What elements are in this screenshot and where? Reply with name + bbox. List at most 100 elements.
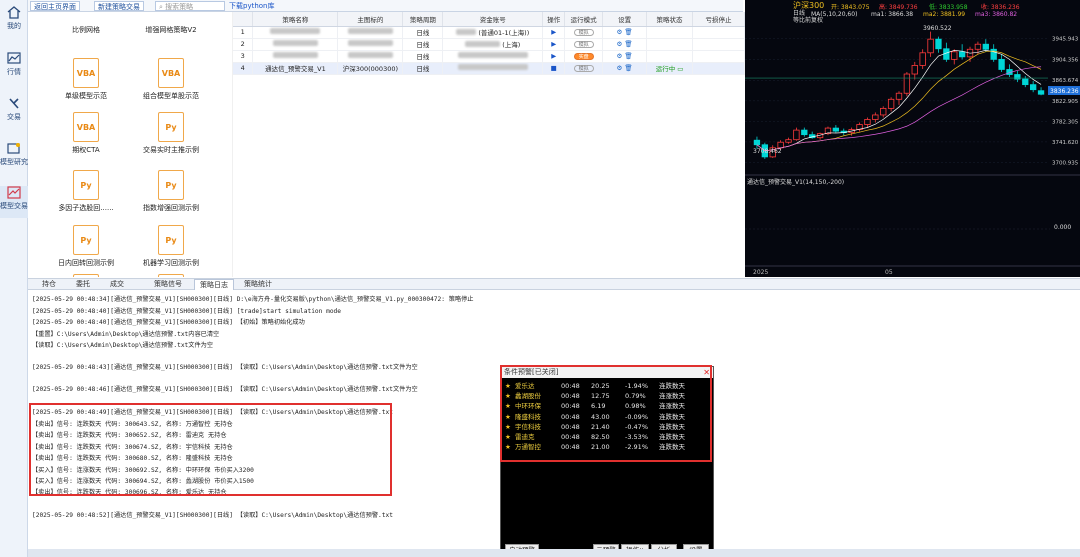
run-button[interactable]: ▶ [542,38,566,51]
tab-strategy-log[interactable]: 策略日志 [194,279,234,290]
tab-statistics[interactable]: 策略统计 [238,279,278,290]
mode-cell: 模拟 [564,62,604,75]
delete-icon[interactable]: 🗑 [624,64,632,72]
strategy-label: 增强网格策略V2 [145,26,197,34]
ma3-value: ma3: 3860.82 [975,11,1017,18]
mode-toggle[interactable]: 模拟 [573,29,594,36]
delete-icon[interactable]: 🗑 [624,52,632,60]
strategy-card[interactable]: VBA 组合模型单股示范 [126,58,216,114]
model-trade-icon [7,186,21,199]
candle-series [753,31,1045,159]
py-file-icon: Py [158,274,184,277]
strategy-card[interactable]: Py 指数增强回测示例 [126,170,216,226]
col-header[interactable]: 策略周期 [402,12,444,27]
strategy-table: 策略名称 主图标的 策略周期 资金账号 操作 运行模式 设置 策略状态 亏损停止… [233,12,745,277]
candle-body [832,127,840,132]
col-header[interactable]: 运行模式 [564,12,604,27]
strategy-card[interactable]: Py 日内回转回测示例 [41,225,131,277]
chart-icon [7,52,21,64]
strategy-card[interactable]: 比例网格 [41,12,131,48]
strategy-card[interactable]: VBA 单级模型示范 [41,58,131,114]
table-header: 策略名称 主图标的 策略周期 资金账号 操作 运行模式 设置 策略状态 亏损停止 [233,12,745,27]
delete-icon[interactable]: 🗑 [624,28,632,36]
candle-body [935,38,942,50]
strategy-label: 指数增强回测示例 [143,204,199,212]
run-button[interactable]: ▶ [542,26,566,39]
settings-cell: ⚙ 🗑 [602,50,648,63]
candle-body [872,114,879,120]
strategy-card[interactable]: Py [41,274,131,277]
tab-position[interactable]: 持仓 [34,279,64,290]
account-cell: (普通01-1(上海)) [442,26,544,39]
col-header[interactable]: 资金账号 [442,12,544,27]
tab-orders[interactable]: 委托 [68,279,98,290]
strategy-card[interactable]: Py [126,274,216,277]
nav-item-home[interactable]: 我的 [0,6,28,36]
col-header[interactable]: 操作 [542,12,566,27]
tab-signals[interactable]: 策略信号 [148,279,188,290]
col-header[interactable]: 主图标的 [337,12,404,27]
mode-toggle[interactable]: 模拟 [573,41,594,48]
download-python-link[interactable]: 下载python库 [226,1,278,11]
kline-svg: 沪深300 日线 等比前复权 开: 3843.075 高: 3849.736 低… [745,0,1080,276]
period-cell: 日线 [402,26,444,39]
period-cell: 日线 [402,38,444,51]
strategy-card[interactable]: 增强网格策略V2 [126,12,216,48]
new-strategy-button[interactable]: 新建策略交易 [94,1,144,11]
kline-chart[interactable]: 沪深300 日线 等比前复权 开: 3843.075 高: 3849.736 低… [745,0,1080,277]
strategy-label: 机器学习回测示例 [143,259,199,267]
search-placeholder: 搜索策略 [165,3,194,11]
gear-icon[interactable]: ⚙ [617,40,623,48]
table-row[interactable]: 4 通达信_预警交易_V1 沪深300(000300) 日线 ■ 模拟 ⚙ 🗑 … [233,62,745,75]
delete-icon[interactable]: 🗑 [624,40,632,48]
strategy-name-cell [252,50,339,63]
candle-body [895,92,903,100]
py-file-icon: Py [158,112,184,142]
tab-trades[interactable]: 成交 [102,279,132,290]
log-line: [2025-05-29 00:48:43][通达信_预警交易_V1][SH000… [32,364,418,371]
home-button[interactable]: 返回主页界面 [30,1,80,11]
chart-grid [745,38,1048,163]
target-cell [337,26,404,39]
search-input[interactable]: ⌕ 搜索策略 [155,1,225,11]
col-header[interactable]: 设置 [602,12,648,27]
signal-highlight-box [29,403,392,496]
alert-highlight-box [500,365,712,462]
ohlc-open: 开: 3843.075 [831,4,870,11]
mode-toggle[interactable]: 实盘 [573,53,594,60]
candle-body [887,98,895,109]
table-row[interactable]: 3 日线 ▶ 实盘 ⚙ 🗑 [233,50,745,63]
gear-icon[interactable]: ⚙ [617,28,623,36]
strategy-name-cell: 通达信_预警交易_V1 [252,62,339,75]
nav-label-research: 模型研究 [0,158,28,166]
gear-icon[interactable]: ⚙ [617,64,623,72]
run-button[interactable]: ▶ [542,50,566,63]
col-header[interactable]: 亏损停止 [692,12,745,27]
sub-zero-label: 0.000 [1054,224,1071,231]
nav-item-model-trade[interactable]: 模型交易 [0,186,28,218]
strategy-label: 期权CTA [72,146,100,154]
candle-body [880,107,887,116]
strategy-card[interactable]: Py 机器学习回测示例 [126,225,216,277]
mode-toggle[interactable]: 模拟 [573,65,594,72]
status-cell [646,38,694,51]
candle-body [801,129,808,136]
gear-icon[interactable]: ⚙ [617,52,623,60]
y-tick-label: 3741.620 [1052,140,1079,146]
monitor-icon[interactable]: ▭ [677,65,683,73]
col-header[interactable]: 策略名称 [252,12,339,27]
search-icon: ⌕ [159,3,163,11]
strategy-card[interactable]: VBA 期权CTA [41,112,131,168]
col-header[interactable] [233,12,254,27]
col-header[interactable]: 策略状态 [646,12,694,27]
log-line: 【重置】C:\Users\Admin\Desktop\通达信预警.txt内容已清… [32,331,220,338]
strategy-card[interactable]: Py 交易实时主推示例 [126,112,216,168]
nav-item-trade[interactable]: 交易 [0,97,28,127]
table-row[interactable]: 2 日线 (上海) ▶ 模拟 ⚙ 🗑 [233,38,745,51]
stop-button[interactable]: ■ [542,62,566,75]
nav-item-research[interactable]: 模型研究 [0,142,28,172]
bottom-tabs: 持仓 委托 成交 策略信号 策略日志 策略统计 [28,278,1080,290]
nav-item-market[interactable]: 行情 [0,52,28,82]
strategy-card[interactable]: Py 多因子选股回...... [41,170,131,226]
table-row[interactable]: 1 日线 (普通01-1(上海)) ▶ 模拟 ⚙ 🗑 [233,26,745,39]
